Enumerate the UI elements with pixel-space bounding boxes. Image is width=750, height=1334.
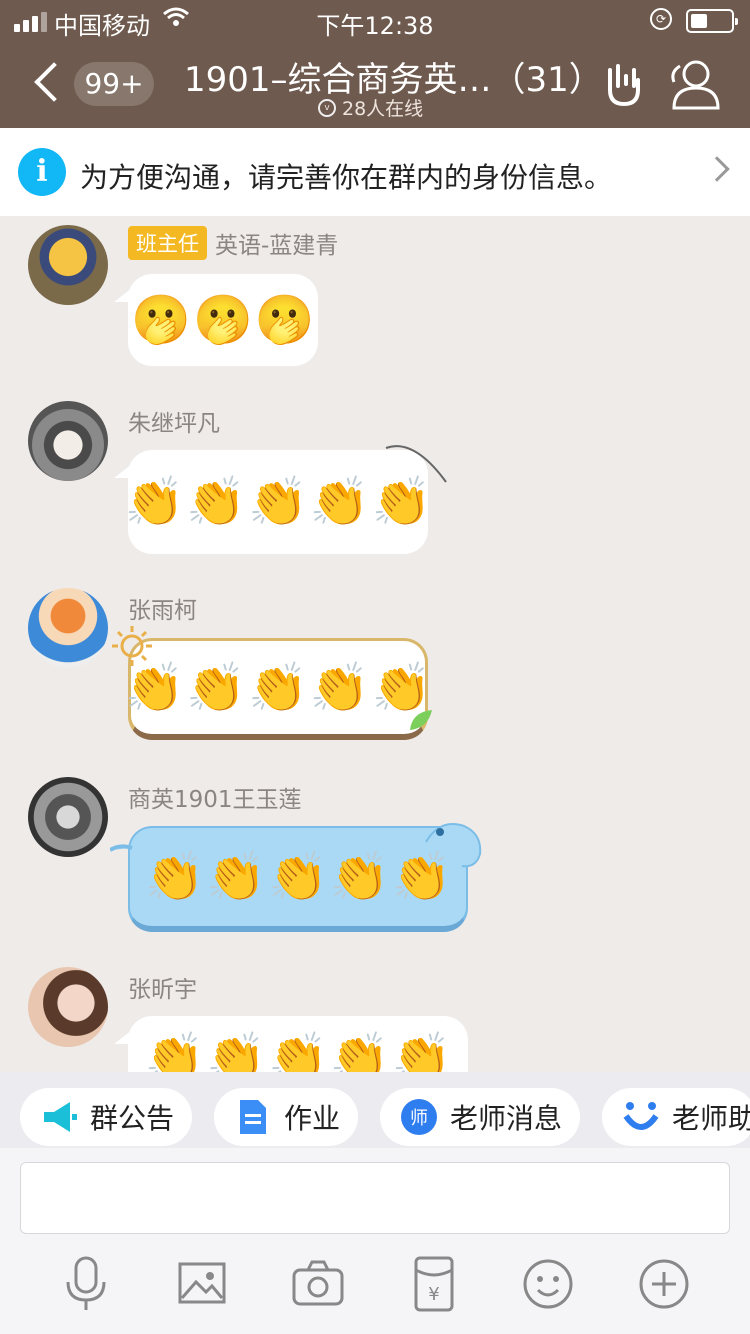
document-icon [234, 1098, 272, 1136]
sender-label: 英语-蓝建青 [215, 233, 339, 259]
sender-name: 朱继坪凡 [128, 404, 220, 438]
svg-text:师: 师 [410, 1108, 428, 1129]
avatar[interactable] [28, 401, 108, 481]
avatar[interactable] [28, 588, 108, 668]
megaphone-icon [40, 1098, 78, 1136]
svg-text:¥: ¥ [428, 1284, 439, 1305]
back-button[interactable] [28, 60, 68, 108]
chip-label: 老师助 [672, 1102, 750, 1135]
emoji-icon[interactable] [518, 1254, 578, 1314]
teacher-badge-icon: 师 [400, 1098, 438, 1136]
emoji: 🫢 [193, 292, 253, 348]
role-badge: 班主任 [128, 226, 207, 260]
message-bubble[interactable]: 👏 👏 👏 👏 👏 [114, 450, 431, 554]
status-time: 下午12:38 [316, 12, 434, 40]
camera-icon[interactable] [288, 1254, 348, 1314]
chip-label: 作业 [284, 1102, 341, 1135]
hippo-bubble-decoration [110, 823, 482, 868]
avatar[interactable] [28, 777, 108, 857]
emoji: 👏 [309, 474, 370, 530]
sender-label: 商英1901王玉莲 [128, 787, 302, 813]
status-bar: 中国移动 下午12:38 ⟳ [0, 0, 750, 40]
homework-button[interactable]: 作业 [214, 1088, 359, 1146]
chat-header: 中国移动 下午12:38 ⟳ 99+ 1901–综合商务英…（31） v 28人… [0, 0, 750, 128]
message-bubble[interactable]: 🫢 🫢 🫢 [114, 274, 318, 366]
emoji: 🫢 [254, 292, 315, 348]
hand-gesture-icon[interactable] [602, 60, 646, 108]
sender-name: 商英1901王玉莲 [128, 780, 302, 814]
online-count: 28人在线 [342, 98, 424, 120]
notice-text: 为方便沟通，请完善你在群内的身份信息。 [80, 161, 613, 194]
sender-name: 班主任 英语-蓝建青 [128, 226, 338, 260]
sender-label: 张雨柯 [128, 598, 197, 624]
emoji: 👏 [371, 659, 432, 716]
red-packet-icon[interactable]: ¥ [404, 1254, 464, 1314]
emoji: 👏 [309, 659, 370, 716]
emoji: 🫢 [131, 292, 192, 348]
sun-decoration-icon [112, 626, 152, 666]
emoji: 👏 [248, 659, 308, 716]
sender-label: 张昕宇 [128, 977, 197, 1003]
chip-label: 群公告 [90, 1102, 175, 1135]
emoji: 👏 [248, 474, 308, 530]
emoji: 👏 [124, 474, 185, 530]
teacher-messages-button[interactable]: 师 老师消息 [380, 1088, 581, 1146]
leaf-decoration-icon [410, 710, 432, 730]
chevron-down-icon: v [318, 98, 336, 117]
unread-count-badge[interactable]: 99+ [74, 62, 154, 106]
microphone-icon[interactable] [56, 1254, 116, 1314]
battery-icon [686, 9, 738, 33]
emoji: 👏 [124, 659, 185, 716]
avatar[interactable] [28, 225, 108, 305]
message-input[interactable] [20, 1162, 730, 1234]
plus-icon[interactable] [634, 1254, 694, 1314]
group-members-icon[interactable] [664, 56, 722, 112]
sender-name: 张昕宇 [128, 970, 197, 1004]
image-icon[interactable] [172, 1254, 232, 1314]
emoji: 👏 [186, 659, 247, 716]
online-status[interactable]: v 28人在线 [318, 94, 423, 121]
info-icon: i [18, 148, 66, 196]
announcement-button[interactable]: 群公告 [20, 1088, 193, 1146]
rotation-lock-icon: ⟳ [650, 8, 672, 30]
bubble-decoration [385, 445, 447, 483]
emoji: 👏 [186, 474, 247, 530]
assistant-icon [622, 1098, 660, 1136]
chip-label: 老师消息 [450, 1102, 563, 1135]
message-bubble[interactable]: 👏 👏 👏 👏 👏 [124, 638, 431, 740]
emoji: 👏 [371, 474, 432, 530]
avatar[interactable] [28, 967, 108, 1047]
sender-name: 张雨柯 [128, 591, 197, 625]
teacher-assistant-button[interactable]: 老师助 [602, 1088, 750, 1146]
sender-label: 朱继坪凡 [128, 411, 220, 437]
